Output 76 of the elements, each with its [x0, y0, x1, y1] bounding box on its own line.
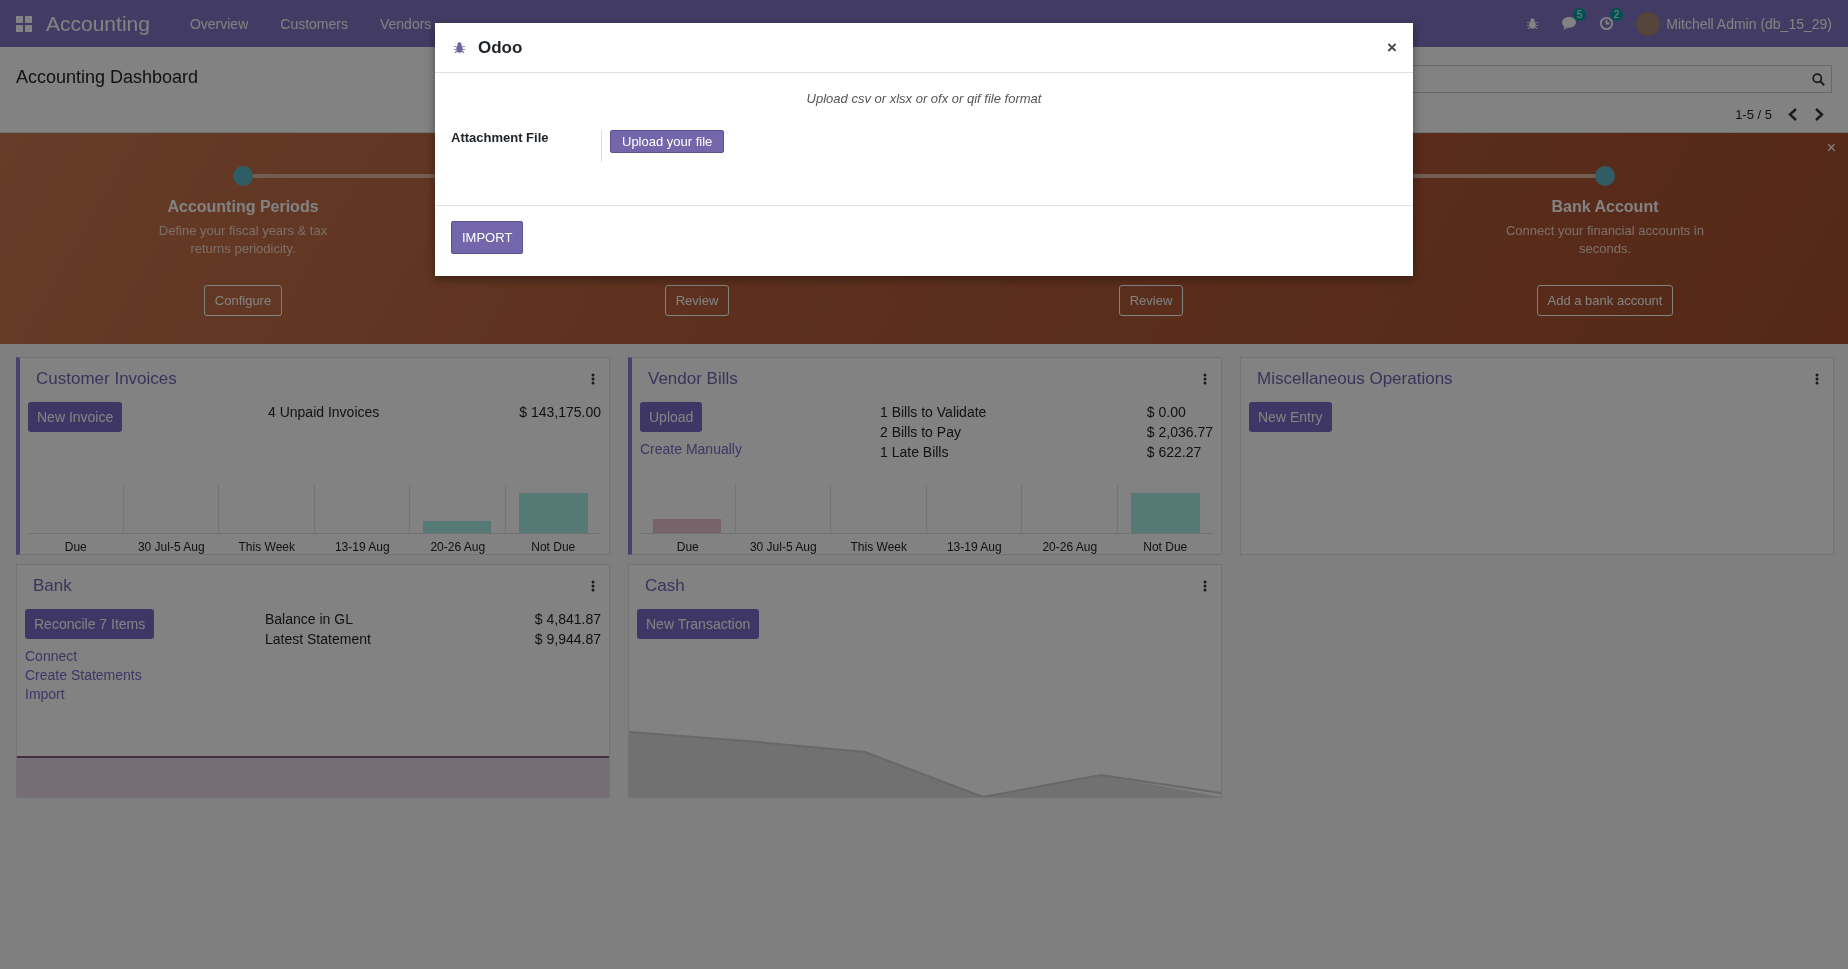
stat-label[interactable]: Latest Statement: [265, 631, 535, 647]
step-dot: [233, 166, 253, 186]
card-title[interactable]: Bank: [33, 576, 72, 596]
close-button[interactable]: ×: [1387, 37, 1397, 58]
step-description: Connect your financial accounts in seconds.: [1505, 222, 1705, 259]
step-title: Bank Account: [1551, 198, 1659, 216]
menu-item[interactable]: Overview: [173, 15, 265, 32]
bar-label: Due: [675, 540, 700, 554]
bar-label: This Week: [237, 540, 296, 554]
bar-label: 13-19 Aug: [945, 540, 1003, 554]
bar-label: 20-26 Aug: [1041, 540, 1099, 554]
user-name[interactable]: Mitchell Admin (db_15_29): [1666, 15, 1832, 32]
step-button[interactable]: Configure: [203, 285, 283, 316]
bar-label: 30 Jul-5 Aug: [136, 540, 206, 554]
format-hint: Upload csv or xlsx or ofx or qif file format: [805, 91, 1043, 106]
stat-label[interactable]: Balance in GL: [265, 611, 535, 627]
action-button[interactable]: New Invoice: [28, 402, 123, 432]
close-button[interactable]: ×: [1826, 139, 1836, 157]
stat-value: $ 2,036.77: [1146, 424, 1213, 440]
search-icon[interactable]: [1812, 72, 1825, 86]
bar-label: 30 Jul-5 Aug: [748, 540, 818, 554]
previous-icon[interactable]: [1788, 108, 1798, 121]
upload-button[interactable]: Upload your file: [610, 130, 725, 153]
bar-label: 13-19 Aug: [333, 540, 391, 554]
bug-icon[interactable]: [453, 41, 466, 54]
step-button[interactable]: Review: [1118, 285, 1184, 316]
breadcrumb: Accounting Dashboard: [16, 67, 200, 88]
action-button[interactable]: New Transaction: [637, 609, 760, 639]
card-title[interactable]: Miscellaneous Operations: [1257, 369, 1453, 389]
more-icon[interactable]: [1203, 580, 1207, 592]
card-title[interactable]: Customer Invoices: [36, 369, 177, 389]
stat-value: $ 143,175.00: [519, 404, 601, 420]
step-dot: [1595, 166, 1615, 186]
more-icon[interactable]: [591, 373, 595, 385]
menu-item[interactable]: Customers: [264, 15, 364, 32]
stat-value: $ 4,841.87: [534, 611, 601, 627]
stat-label[interactable]: 2 Bills to Pay: [880, 424, 1147, 440]
dialog-title: Odoo: [478, 37, 523, 58]
app-name[interactable]: Accounting: [46, 11, 150, 36]
action-link[interactable]: Import: [25, 686, 65, 702]
more-icon[interactable]: [1815, 373, 1819, 385]
stat-label[interactable]: 1 Late Bills: [880, 444, 1147, 460]
field-label: Attachment File: [451, 130, 550, 147]
card-title[interactable]: Cash: [645, 576, 685, 596]
message-count: 5: [1572, 8, 1587, 21]
stat-value: $ 9,944.87: [534, 631, 601, 647]
apps-menu-icon[interactable]: [16, 15, 32, 32]
action-button[interactable]: New Entry: [1249, 402, 1332, 432]
action-link[interactable]: Create Statements: [25, 667, 142, 683]
clock-icon[interactable]: [1599, 16, 1615, 31]
card-title[interactable]: Vendor Bills: [648, 369, 738, 389]
stat-label[interactable]: 4 Unpaid Invoices: [268, 404, 520, 420]
action-button[interactable]: Upload: [640, 402, 703, 432]
bar-label: Due: [63, 540, 88, 554]
bar-label: This Week: [849, 540, 908, 554]
more-icon[interactable]: [591, 580, 595, 592]
bar-label: Not Due: [530, 540, 577, 554]
more-icon[interactable]: [1203, 373, 1207, 385]
step-button[interactable]: Add a bank account: [1536, 285, 1674, 316]
bar-label: Not Due: [1142, 540, 1189, 554]
action-link[interactable]: Connect: [25, 648, 78, 664]
step-button[interactable]: Review: [664, 285, 730, 316]
stat-value: $ 622.27: [1146, 444, 1203, 460]
import-button[interactable]: IMPORT: [451, 221, 524, 254]
next-icon[interactable]: [1814, 108, 1824, 121]
bug-icon[interactable]: [1526, 17, 1540, 30]
stat-label[interactable]: 1 Bills to Validate: [880, 404, 1147, 420]
bar-label: 20-26 Aug: [429, 540, 487, 554]
action-button[interactable]: Reconcile 7 Items: [25, 609, 155, 639]
action-link[interactable]: Create Manually: [640, 441, 742, 457]
stat-value: $ 0.00: [1146, 404, 1187, 420]
chat-icon[interactable]: [1561, 16, 1578, 31]
pager-value: 1-5 / 5: [1735, 107, 1772, 122]
step-description: Define your fiscal years & tax returns periodicity.: [157, 222, 329, 259]
step-title: Accounting Periods: [167, 198, 319, 216]
activity-count: 2: [1609, 8, 1624, 21]
